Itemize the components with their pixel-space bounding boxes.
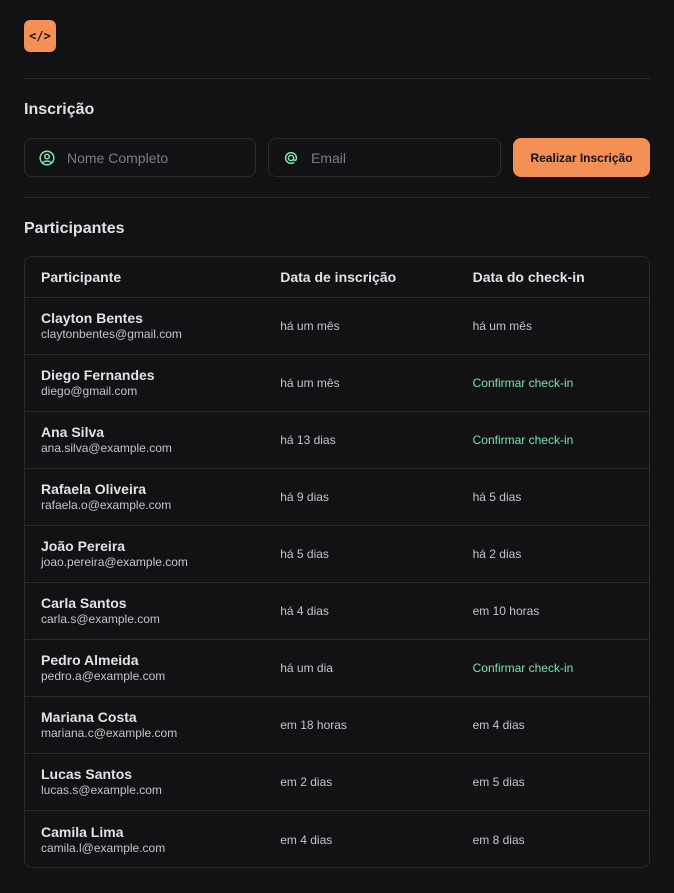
table-row: Ana Silva ana.silva@example.com há 13 dias… <box>25 412 649 469</box>
confirm-checkin-button[interactable]: Confirmar check-in <box>473 376 574 390</box>
participants-title: Participantes <box>24 220 125 237</box>
registration-date: há 5 dias <box>280 547 329 561</box>
table-body: Clayton Bentes claytonbentes@gmail.com há … <box>25 298 649 867</box>
table-row: Mariana Costa mariana.c@example.com em 18 … <box>25 697 649 754</box>
participants-table: Participante Data de inscrição Data do c… <box>24 256 650 868</box>
checkin-date: em 10 horas <box>472 604 540 618</box>
table-row: Clayton Bentes claytonbentes@gmail.com há … <box>25 298 649 355</box>
confirm-checkin-button[interactable]: Confirmar check-in <box>473 661 574 675</box>
table-row: João Pereira joao.pereira@example.com há 5… <box>25 526 649 583</box>
registration-date: há um mês <box>280 319 340 333</box>
participant-cell: Mariana Costa mariana.c@example.com <box>25 709 264 741</box>
participant-email: camila.l@example.com <box>41 840 166 855</box>
participant-email: carla.s@example.com <box>41 612 160 626</box>
participant-cell: João Pereira joao.pereira@example.com <box>25 538 264 570</box>
participant-email: pedro.a@example.com <box>41 669 166 683</box>
email-input[interactable] <box>311 149 491 166</box>
participant-cell: Diego Fernandes diego@gmail.com <box>25 367 264 399</box>
registration-date: em 18 horas <box>280 718 347 732</box>
participant-cell: Clayton Bentes claytonbentes@gmail.com <box>25 310 264 342</box>
registration-date: há um mês <box>280 376 340 390</box>
participant-email: diego@gmail.com <box>41 384 138 398</box>
at-sign-icon <box>284 151 298 164</box>
participant-cell: Ana Silva ana.silva@example.com <box>25 424 264 456</box>
participant-email: mariana.c@example.com <box>41 726 178 740</box>
checkin-date: há um mês <box>472 319 532 333</box>
table-header: Participante Data de inscrição Data do c… <box>25 257 649 298</box>
checkin-date: há 2 dias <box>472 547 522 561</box>
participant-email: joao.pereira@example.com <box>41 555 188 569</box>
registration-date: há 4 dias <box>280 604 329 618</box>
name-input[interactable] <box>67 149 247 166</box>
participant-name: Mariana Costa <box>41 709 137 725</box>
table-row: Pedro Almeida pedro.a@example.com há um di… <box>25 640 649 697</box>
table-row: Diego Fernandes diego@gmail.com há um mês C… <box>25 355 649 412</box>
submit-signup-button[interactable]: Realizar Inscrição <box>513 138 650 177</box>
section-divider <box>24 197 650 198</box>
registration-date: em 2 dias <box>280 775 333 789</box>
participant-email: rafaela.o@example.com <box>41 498 172 512</box>
participant-cell: Camila Lima camila.l@example.com <box>25 824 264 856</box>
column-header-checkin-date: Data do check-in <box>472 269 585 285</box>
participant-email: ana.silva@example.com <box>41 441 172 455</box>
registration-date: em 4 dias <box>280 832 333 847</box>
participant-name: Carla Santos <box>41 595 127 611</box>
participant-name: Camila Lima <box>41 823 124 840</box>
participant-name: Ana Silva <box>41 424 105 440</box>
participant-name: Lucas Santos <box>41 766 133 782</box>
participant-cell: Rafaela Oliveira rafaela.o@example.com <box>25 481 264 513</box>
confirm-checkin-button[interactable]: Confirmar check-in <box>473 433 574 447</box>
participant-cell: Pedro Almeida pedro.a@example.com <box>25 652 264 684</box>
checkin-date: em 4 dias <box>472 718 525 732</box>
participant-name: Diego Fernandes <box>41 367 155 383</box>
table-row: Lucas Santos lucas.s@example.com em 2 dias… <box>25 754 649 811</box>
table-row: Camila Lima camila.l@example.com em 4 dias… <box>25 811 649 867</box>
header-divider <box>24 78 650 79</box>
participant-email: claytonbentes@gmail.com <box>41 327 182 341</box>
app-logo: </> <box>24 20 56 52</box>
column-header-participant: Participante <box>41 269 122 285</box>
name-field[interactable] <box>24 138 256 177</box>
column-header-registration-date: Data de inscrição <box>280 269 397 285</box>
registration-date: há um dia <box>280 661 333 675</box>
participant-name: Rafaela Oliveira <box>41 481 147 497</box>
checkin-date: há 5 dias <box>472 490 522 504</box>
signup-title: Inscrição <box>24 101 95 118</box>
registration-date: há 13 dias <box>280 433 336 447</box>
participant-cell: Carla Santos carla.s@example.com <box>25 595 264 627</box>
registration-date: há 9 dias <box>280 490 329 504</box>
participant-name: Clayton Bentes <box>41 310 143 326</box>
participant-name: João Pereira <box>41 538 126 554</box>
table-row: Rafaela Oliveira rafaela.o@example.com há … <box>25 469 649 526</box>
email-field[interactable] <box>268 138 501 177</box>
checkin-date: em 8 dias <box>472 832 525 847</box>
participant-name: Pedro Almeida <box>41 652 139 668</box>
user-circle-icon <box>39 149 55 166</box>
code-icon: </> <box>29 29 51 43</box>
participant-email: lucas.s@example.com <box>41 783 162 797</box>
table-row: Carla Santos carla.s@example.com há 4 dias… <box>25 583 649 640</box>
participant-cell: Lucas Santos lucas.s@example.com <box>25 766 264 798</box>
checkin-date: em 5 dias <box>472 775 525 789</box>
